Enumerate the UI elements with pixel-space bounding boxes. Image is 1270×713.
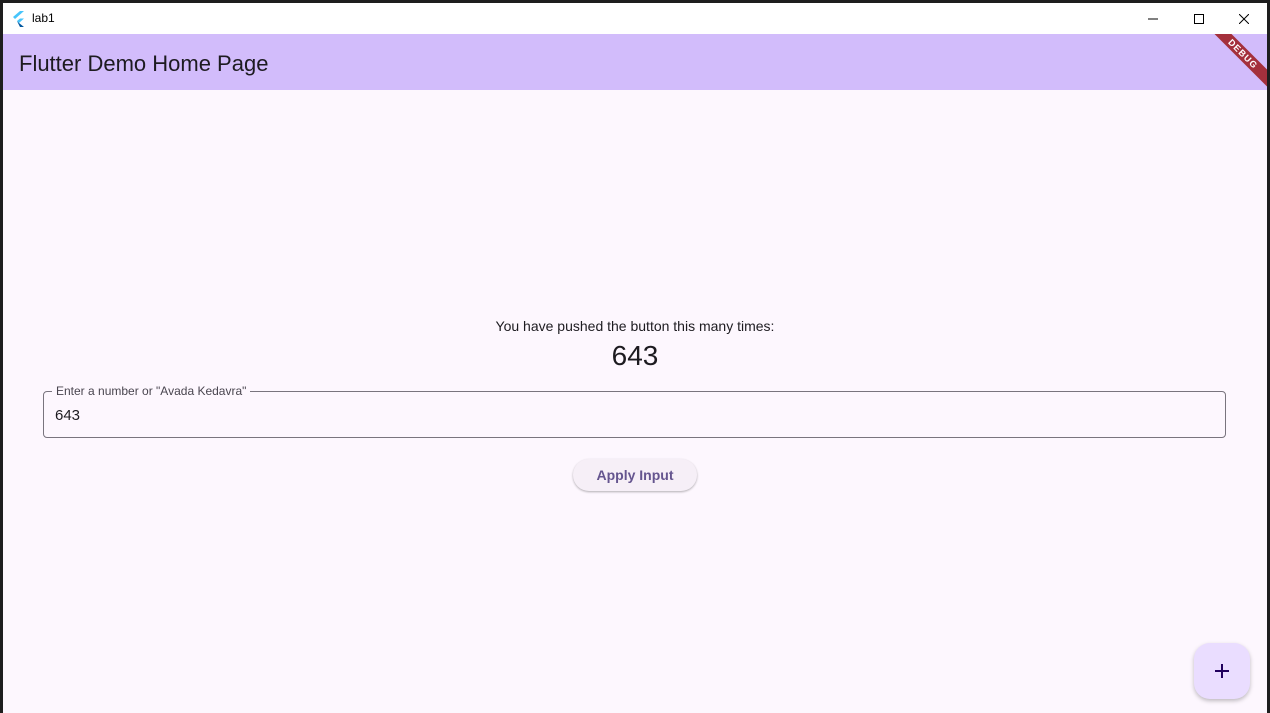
window-titlebar[interactable]: lab1 (3, 3, 1267, 34)
minimize-icon (1148, 18, 1158, 19)
counter-value: 643 (611, 340, 659, 371)
close-button[interactable] (1221, 3, 1267, 34)
number-input[interactable] (55, 407, 1205, 424)
app-window: lab1 Flutter Demo Home Page DEBUG You ha… (3, 3, 1267, 713)
debug-banner: DEBUG (1203, 34, 1267, 90)
apply-input-button[interactable]: Apply Input (573, 459, 697, 491)
close-icon (1239, 13, 1249, 24)
number-input-label: Enter a number or "Avada Kedavra" (52, 384, 251, 398)
plus-icon (1215, 664, 1229, 678)
window-title: lab1 (32, 11, 55, 25)
number-input-field[interactable]: Enter a number or "Avada Kedavra" (43, 384, 1226, 438)
maximize-button[interactable] (1176, 3, 1222, 34)
minimize-button[interactable] (1130, 3, 1176, 34)
maximize-icon (1194, 13, 1204, 24)
page-title: Flutter Demo Home Page (19, 51, 269, 76)
increment-fab[interactable] (1194, 643, 1250, 699)
app-bar: Flutter Demo Home Page DEBUG (3, 34, 1267, 90)
flutter-logo-icon (13, 11, 24, 27)
counter-label: You have pushed the button this many tim… (495, 318, 775, 334)
